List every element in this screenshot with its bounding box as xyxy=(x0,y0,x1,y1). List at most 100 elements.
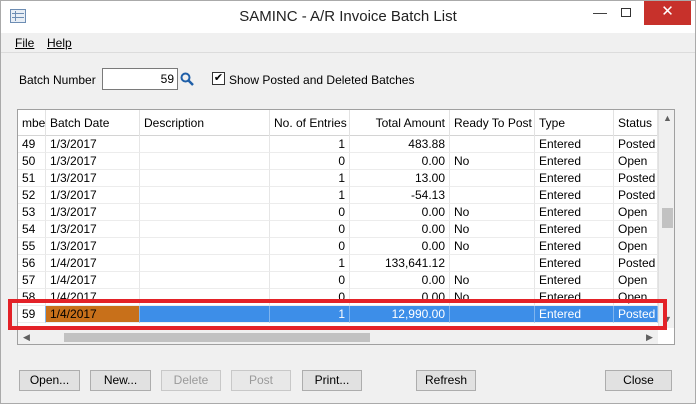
cell-ready-to-post[interactable] xyxy=(450,187,535,204)
cell-status[interactable]: Open xyxy=(614,204,658,221)
table-row[interactable]: 54 1/3/2017 0 0.00 No Entered Open xyxy=(18,221,658,238)
show-posted-checkbox[interactable]: ✔ xyxy=(212,72,225,85)
scroll-right-icon[interactable]: ▶ xyxy=(641,329,658,344)
cell-status[interactable]: Posted xyxy=(614,255,658,272)
cell-batch-number[interactable]: 55 xyxy=(18,238,46,255)
cell-entries[interactable]: 1 xyxy=(270,170,350,187)
cell-type[interactable]: Entered xyxy=(535,272,614,289)
cell-description[interactable] xyxy=(140,187,270,204)
cell-batch-number[interactable]: 56 xyxy=(18,255,46,272)
cell-batch-date[interactable]: 1/3/2017 xyxy=(46,221,140,238)
batch-number-input[interactable]: 59 xyxy=(102,68,178,90)
cell-entries[interactable]: 1 xyxy=(270,306,350,323)
cell-ready-to-post[interactable]: No xyxy=(450,272,535,289)
column-header-batch-date[interactable]: Batch Date xyxy=(46,110,140,136)
cell-status[interactable]: Open xyxy=(614,289,658,306)
cell-entries[interactable]: 1 xyxy=(270,255,350,272)
cell-ready-to-post[interactable]: No xyxy=(450,153,535,170)
column-header-type[interactable]: Type xyxy=(535,110,614,136)
cell-total-amount[interactable]: 12,990.00 xyxy=(350,306,450,323)
cell-status[interactable]: Open xyxy=(614,153,658,170)
cell-total-amount[interactable]: 483.88 xyxy=(350,136,450,153)
open-button[interactable]: Open... xyxy=(19,370,80,391)
cell-ready-to-post[interactable] xyxy=(450,170,535,187)
cell-ready-to-post[interactable]: No xyxy=(450,221,535,238)
new-button[interactable]: New... xyxy=(90,370,151,391)
cell-batch-date[interactable]: 1/4/2017 xyxy=(46,289,140,306)
table-row[interactable]: 59 1/4/2017 1 12,990.00 Entered Posted xyxy=(18,306,658,323)
cell-entries[interactable]: 0 xyxy=(270,238,350,255)
cell-type[interactable]: Entered xyxy=(535,136,614,153)
cell-batch-number[interactable]: 52 xyxy=(18,187,46,204)
table-row[interactable]: 58 1/4/2017 0 0.00 No Entered Open xyxy=(18,289,658,306)
cell-description[interactable] xyxy=(140,153,270,170)
cell-batch-date[interactable]: 1/3/2017 xyxy=(46,204,140,221)
cell-ready-to-post[interactable] xyxy=(450,136,535,153)
cell-total-amount[interactable]: 0.00 xyxy=(350,204,450,221)
cell-description[interactable] xyxy=(140,221,270,238)
column-header-total-amount[interactable]: Total Amount xyxy=(350,110,450,136)
cell-ready-to-post[interactable] xyxy=(450,255,535,272)
delete-button[interactable]: Delete xyxy=(161,370,221,391)
cell-total-amount[interactable]: 13.00 xyxy=(350,170,450,187)
cell-total-amount[interactable]: 0.00 xyxy=(350,238,450,255)
column-header-batch-number[interactable]: mber xyxy=(18,110,46,136)
cell-status[interactable]: Open xyxy=(614,221,658,238)
cell-batch-number[interactable]: 59 xyxy=(18,306,46,323)
cell-description[interactable] xyxy=(140,204,270,221)
close-window-button[interactable]: ✕ xyxy=(644,1,691,25)
cell-batch-number[interactable]: 54 xyxy=(18,221,46,238)
cell-total-amount[interactable]: 0.00 xyxy=(350,272,450,289)
cell-batch-number[interactable]: 57 xyxy=(18,272,46,289)
cell-description[interactable] xyxy=(140,136,270,153)
cell-type[interactable]: Entered xyxy=(535,221,614,238)
vertical-scrollbar[interactable]: ▲ ▼ xyxy=(658,110,674,328)
cell-status[interactable]: Posted xyxy=(614,187,658,204)
cell-ready-to-post[interactable] xyxy=(450,306,535,323)
cell-type[interactable]: Entered xyxy=(535,153,614,170)
cell-description[interactable] xyxy=(140,170,270,187)
cell-batch-date[interactable]: 1/3/2017 xyxy=(46,170,140,187)
cell-batch-date[interactable]: 1/3/2017 xyxy=(46,153,140,170)
batch-grid[interactable]: mber Batch Date Description No. of Entri… xyxy=(17,109,675,345)
cell-status[interactable]: Posted xyxy=(614,136,658,153)
cell-status[interactable]: Open xyxy=(614,238,658,255)
cell-type[interactable]: Entered xyxy=(535,289,614,306)
cell-description[interactable] xyxy=(140,306,270,323)
cell-entries[interactable]: 0 xyxy=(270,289,350,306)
post-button[interactable]: Post xyxy=(231,370,291,391)
cell-status[interactable]: Open xyxy=(614,272,658,289)
cell-status[interactable]: Posted xyxy=(614,170,658,187)
cell-ready-to-post[interactable]: No xyxy=(450,238,535,255)
menu-help[interactable]: Help xyxy=(47,36,72,50)
cell-entries[interactable]: 0 xyxy=(270,153,350,170)
cell-ready-to-post[interactable]: No xyxy=(450,289,535,306)
cell-total-amount[interactable]: 0.00 xyxy=(350,289,450,306)
column-header-ready-to-post[interactable]: Ready To Post xyxy=(450,110,535,136)
cell-batch-date[interactable]: 1/4/2017 xyxy=(46,306,140,323)
maximize-button[interactable] xyxy=(609,1,643,25)
cell-type[interactable]: Entered xyxy=(535,204,614,221)
table-row[interactable]: 57 1/4/2017 0 0.00 No Entered Open xyxy=(18,272,658,289)
cell-total-amount[interactable]: 133,641.12 xyxy=(350,255,450,272)
print-button[interactable]: Print... xyxy=(302,370,362,391)
close-button[interactable]: Close xyxy=(605,370,672,391)
cell-batch-number[interactable]: 58 xyxy=(18,289,46,306)
cell-status[interactable]: Posted xyxy=(614,306,658,323)
cell-batch-number[interactable]: 50 xyxy=(18,153,46,170)
vertical-scroll-thumb[interactable] xyxy=(662,208,673,228)
table-row[interactable]: 50 1/3/2017 0 0.00 No Entered Open xyxy=(18,153,658,170)
table-row[interactable]: 49 1/3/2017 1 483.88 Entered Posted xyxy=(18,136,658,153)
column-header-description[interactable]: Description xyxy=(140,110,270,136)
scroll-left-icon[interactable]: ◀ xyxy=(18,329,35,344)
cell-entries[interactable]: 1 xyxy=(270,187,350,204)
cell-batch-date[interactable]: 1/3/2017 xyxy=(46,136,140,153)
cell-entries[interactable]: 0 xyxy=(270,204,350,221)
cell-ready-to-post[interactable]: No xyxy=(450,204,535,221)
table-row[interactable]: 55 1/3/2017 0 0.00 No Entered Open xyxy=(18,238,658,255)
table-row[interactable]: 52 1/3/2017 1 -54.13 Entered Posted xyxy=(18,187,658,204)
cell-batch-number[interactable]: 51 xyxy=(18,170,46,187)
horizontal-scrollbar[interactable]: ◀ ▶ xyxy=(18,328,658,344)
cell-entries[interactable]: 0 xyxy=(270,272,350,289)
cell-batch-date[interactable]: 1/4/2017 xyxy=(46,255,140,272)
